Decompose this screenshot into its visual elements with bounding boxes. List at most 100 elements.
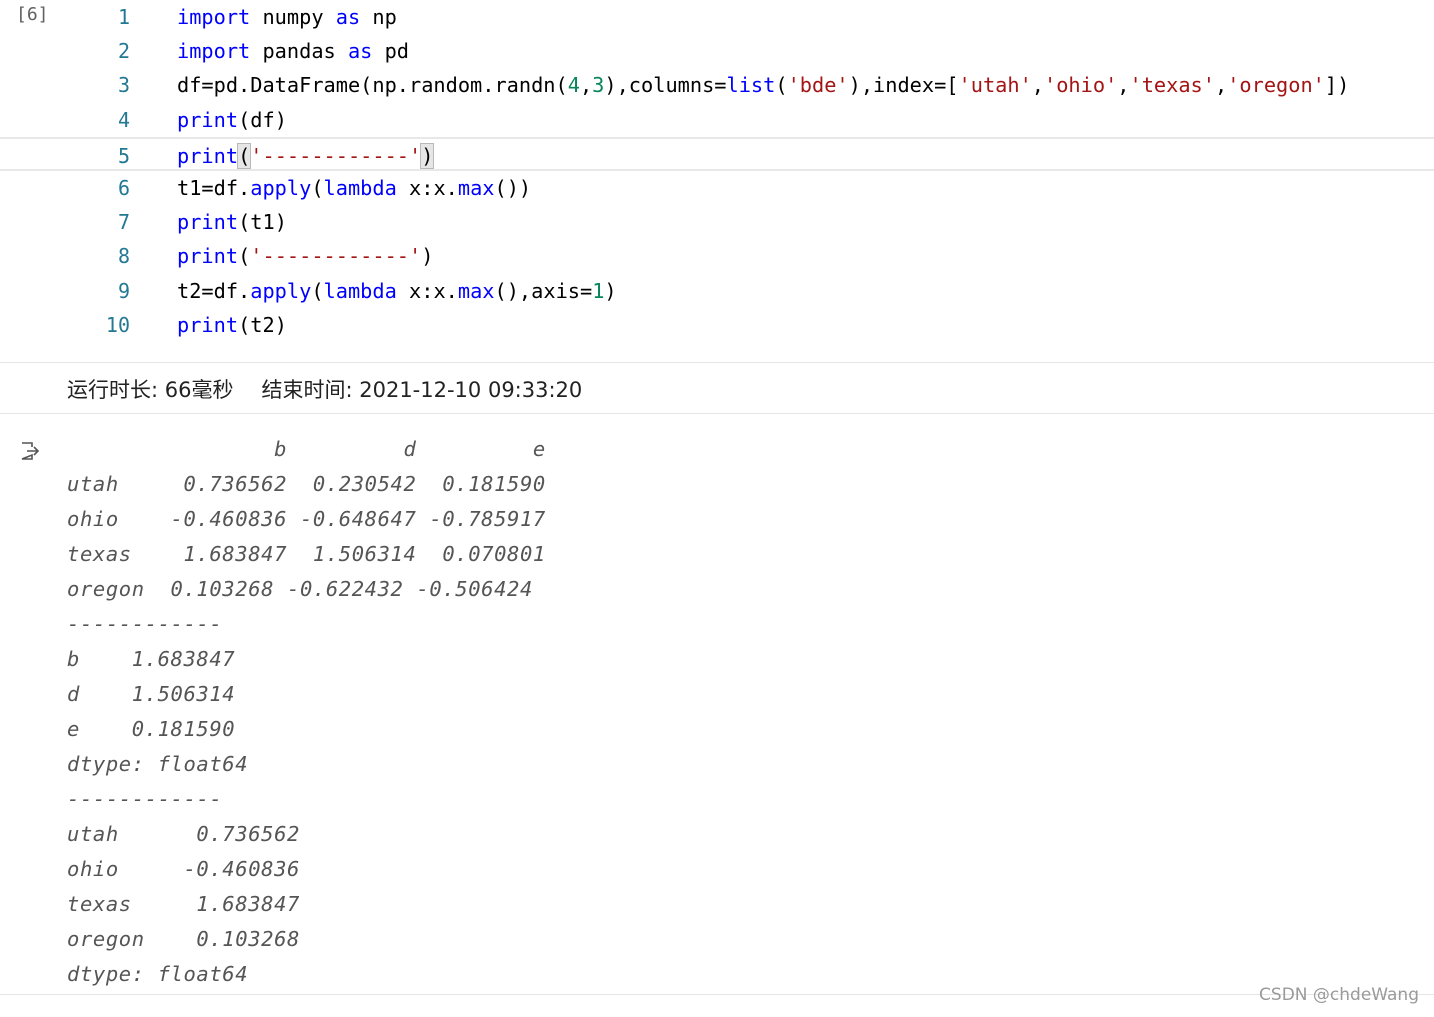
code-token: ) [420, 142, 435, 169]
watermark: CSDN @chdeWang [1259, 985, 1419, 1005]
output-line: b 1.683847 [67, 647, 236, 671]
line-number: 9 [117, 278, 130, 303]
code-token: t1=df. [177, 176, 251, 200]
end-time: 结束时间: 2021-12-10 09:33:20 [261, 378, 583, 402]
code-line[interactable]: 7 print(t1) [0, 205, 1434, 239]
code-line[interactable]: 3 df=pd.DataFrame(np.random.randn(4,3),co… [0, 68, 1434, 102]
code-token: 1 [592, 278, 605, 303]
code-token: 'texas' [1129, 73, 1215, 98]
run-duration: 运行时长: 66毫秒 [67, 378, 234, 402]
output-line: utah 0.736562 0.230542 0.181590 [67, 472, 546, 496]
output-line: b d e [67, 437, 546, 461]
code-line[interactable]: 2 import pandas as pd [0, 34, 1434, 68]
code-token: (df) [238, 107, 287, 132]
output-line: texas 1.683847 [67, 892, 300, 916]
output-line: oregon 0.103268 -0.622432 -0.506424 [67, 577, 533, 601]
code-token: 'utah' [958, 73, 1032, 98]
code-token: lambda [323, 176, 397, 200]
code-line[interactable]: 5 print('------------') [0, 136, 1434, 173]
code-token: df=pd.DataFrame(np.random.randn( [177, 73, 568, 98]
code-token: ) [604, 278, 617, 303]
code-text[interactable]: print('------------') [177, 239, 433, 273]
code-token: lambda [323, 278, 397, 303]
code-token: max [457, 176, 495, 200]
code-token: (t2) [238, 312, 287, 337]
code-text[interactable]: print(df) [177, 103, 287, 137]
code-token: np [360, 5, 397, 29]
code-token: print [177, 244, 239, 269]
code-text[interactable]: t1=df.apply(lambda x:x.max()) [177, 171, 531, 205]
line-number: 5 [117, 143, 130, 168]
code-token: ()) [494, 176, 532, 200]
code-token: import [177, 39, 251, 64]
code-text[interactable]: import pandas as pd [177, 34, 409, 68]
code-line[interactable]: 1 import numpy as np [0, 0, 1434, 34]
output-line: e 0.181590 [67, 717, 236, 741]
output-redirect-icon[interactable] [19, 440, 41, 462]
line-number: 4 [117, 107, 130, 132]
code-text[interactable]: print('------------') [177, 139, 435, 173]
code-token: print [177, 143, 239, 168]
output-line: ------------ [67, 787, 223, 811]
code-token: , [1117, 73, 1130, 98]
code-token: 3 [592, 73, 605, 98]
code-token: , [1031, 73, 1045, 98]
code-text[interactable]: print(t1) [177, 205, 287, 239]
code-token: , [1214, 73, 1228, 98]
code-token: pd [372, 39, 410, 64]
code-line[interactable]: 9 t2=df.apply(lambda x:x.max(),axis=1) [0, 274, 1434, 308]
output-line: dtype: float64 [67, 962, 249, 986]
code-text[interactable]: import numpy as np [177, 0, 397, 34]
code-token: ]) [1324, 73, 1350, 98]
code-line[interactable]: 4 print(df) [0, 103, 1434, 137]
execution-status: 运行时长: 66毫秒 结束时间: 2021-12-10 09:33:20 [67, 374, 582, 404]
code-token: as [335, 5, 361, 29]
output-line: ------------ [67, 612, 223, 636]
code-line[interactable]: 6 t1=df.apply(lambda x:x.max()) [0, 171, 1434, 205]
code-token: list [726, 73, 776, 98]
line-number: 2 [117, 39, 130, 64]
code-line[interactable]: 10 print(t2) [0, 308, 1434, 342]
output-line: d 1.506314 [67, 682, 236, 706]
code-token: import [177, 5, 251, 29]
code-token: max [457, 278, 495, 303]
output-divider [0, 994, 1434, 995]
code-token: print [177, 210, 239, 235]
output-line: ohio -0.460836 -0.648647 -0.785917 [67, 507, 546, 531]
code-token: , [579, 73, 593, 98]
code-token: 'ohio' [1044, 73, 1118, 98]
code-token: print [177, 107, 239, 132]
code-token: 4 [567, 73, 580, 98]
code-token: '------------' [250, 244, 422, 269]
code-cell[interactable]: [6] 1 import numpy as np 2 import pandas as… [0, 0, 1434, 362]
output-line: utah 0.736562 [67, 822, 300, 846]
code-token: ( [237, 142, 252, 169]
line-number: 6 [117, 176, 130, 200]
code-token: ( [311, 176, 324, 200]
code-token: ),columns= [604, 73, 727, 98]
code-text[interactable]: df=pd.DataFrame(np.random.randn(4,3),col… [177, 68, 1349, 102]
cell-divider [0, 362, 1434, 363]
code-line[interactable]: 8 print('------------') [0, 239, 1434, 273]
code-text[interactable]: print(t2) [177, 308, 287, 342]
code-token: ( [238, 244, 251, 269]
output-line: oregon 0.103268 [67, 927, 300, 951]
code-token: 'bde' [787, 73, 849, 98]
code-token: (t1) [238, 210, 287, 235]
code-token: ( [311, 278, 324, 303]
code-text[interactable]: t2=df.apply(lambda x:x.max(),axis=1) [177, 274, 617, 308]
output-line: texas 1.683847 1.506314 0.070801 [67, 542, 546, 566]
code-token: ),index=[ [848, 73, 959, 98]
code-token: ) [421, 244, 434, 269]
code-token: (),axis= [494, 278, 593, 303]
code-token: as [347, 39, 373, 64]
code-token: print [177, 312, 239, 337]
code-token: t2=df. [177, 278, 251, 303]
output-line: dtype: float64 [67, 752, 249, 776]
code-token: 'oregon' [1227, 73, 1325, 98]
line-number: 8 [117, 244, 130, 269]
output-line: ohio -0.460836 [67, 857, 300, 881]
code-token: numpy [250, 5, 336, 29]
code-token: '------------' [250, 143, 422, 168]
code-token: x:x. [396, 278, 458, 303]
